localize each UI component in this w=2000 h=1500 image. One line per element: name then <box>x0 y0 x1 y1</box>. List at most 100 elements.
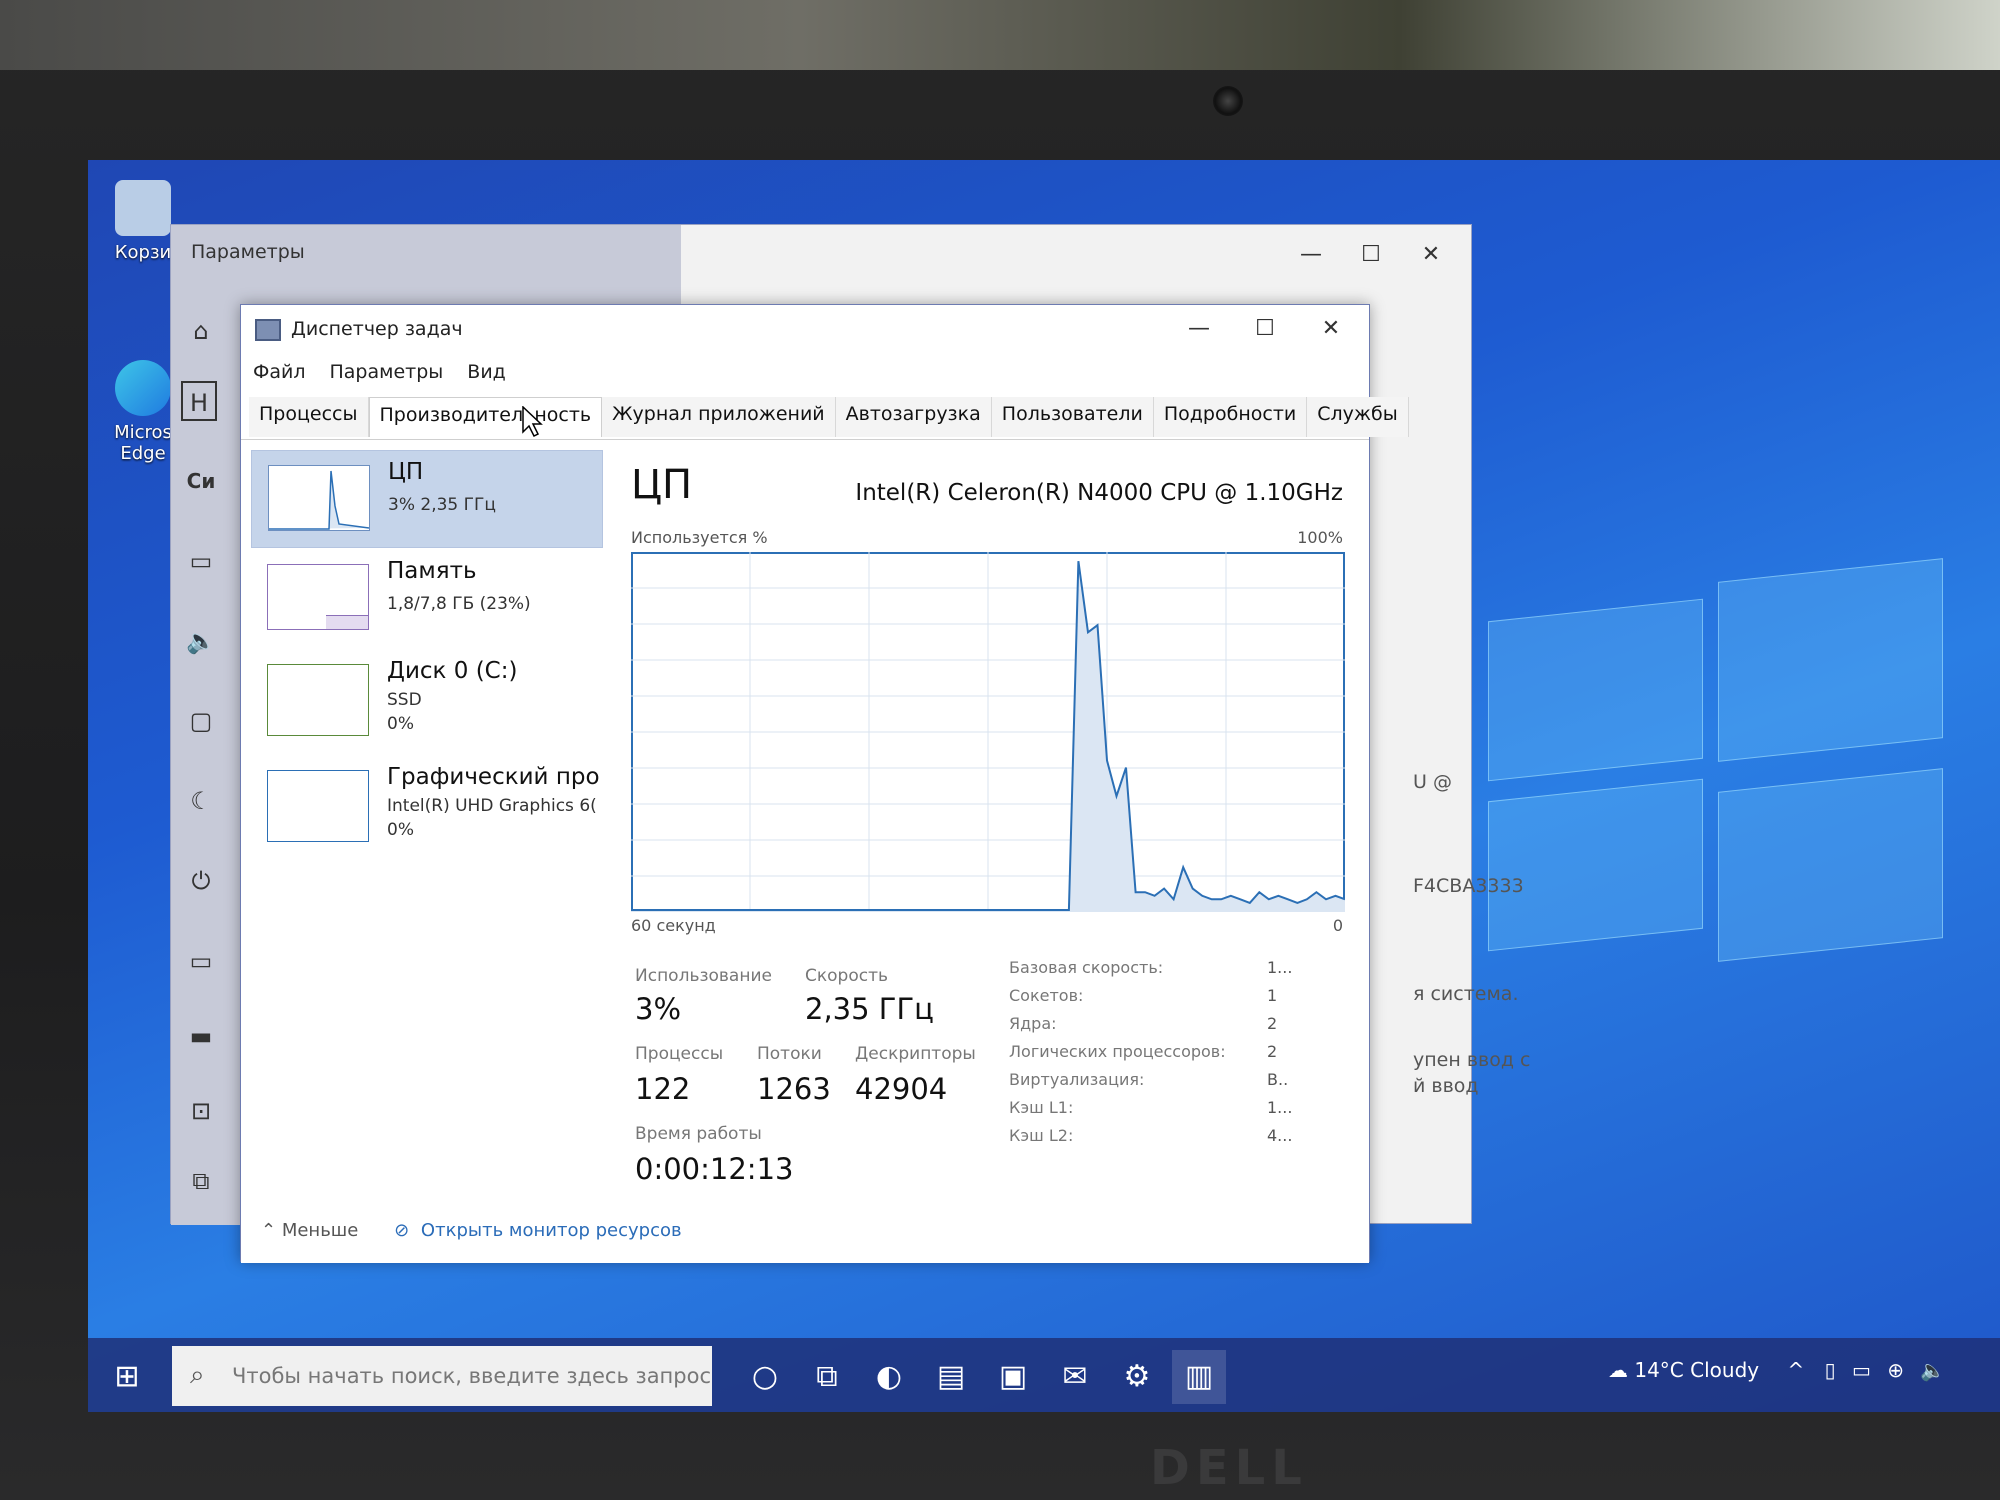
tab-strip: Процессы Производительность Журнал прило… <box>249 397 1409 437</box>
spec-value: 1 <box>1267 986 1278 1005</box>
spec-value: В.. <box>1267 1070 1289 1089</box>
task-manager-titlebar: Диспетчер задач — ☐ ✕ <box>241 305 1369 357</box>
time-zero-label: 0 <box>1332 916 1343 935</box>
spec-value: 1... <box>1267 958 1293 977</box>
resource-detail: SSD <box>387 690 422 710</box>
usage-label: Использование <box>635 966 772 986</box>
tab-processes[interactable]: Процессы <box>249 397 369 437</box>
settings-close-button[interactable]: ✕ <box>1401 235 1461 275</box>
desktop-screen: Корзи Micros Edge Параметры — ☐ ✕ ⌂ Н Си… <box>88 160 2000 1412</box>
recycle-bin-icon <box>115 180 171 236</box>
volume-icon[interactable]: 🔈 <box>1920 1358 1945 1382</box>
threads-value: 1263 <box>757 1072 831 1106</box>
task-view-icon[interactable]: ⧉ <box>800 1350 854 1404</box>
handles-label: Дескрипторы <box>855 1044 976 1064</box>
notifications-icon[interactable]: ▢ <box>181 701 221 741</box>
memory-thumbnail-graph <box>267 564 369 630</box>
weather-text[interactable]: 14°C Cloudy <box>1634 1358 1759 1382</box>
resource-item-gpu[interactable]: Графический про Intel(R) UHD Graphics 6(… <box>251 756 603 854</box>
cpu-model: Intel(R) Celeron(R) N4000 CPU @ 1.10GHz <box>855 480 1343 506</box>
speed-label: Скорость <box>805 966 888 986</box>
spec-key: Ядра: <box>1009 1014 1057 1033</box>
resource-item-memory[interactable]: Память 1,8/7,8 ГБ (23%) <box>251 550 603 648</box>
laptop-bezel: DELL Корзи Micros Edge Параметры — ☐ ✕ ⌂… <box>0 0 2000 1500</box>
taskbar: ⊞ ⌕ Чтобы начать поиск, введите здесь за… <box>88 1338 2000 1412</box>
menu-view[interactable]: Вид <box>467 361 506 391</box>
fewer-details-button[interactable]: Меньше <box>282 1220 359 1241</box>
cloud-icon[interactable]: ☁ <box>1608 1358 1628 1382</box>
settings-minimize-button[interactable]: — <box>1281 235 1341 275</box>
battery-tray-icon[interactable]: ▭ <box>1852 1358 1871 1382</box>
spec-key: Кэш L1: <box>1009 1098 1074 1117</box>
memory-fill <box>326 615 368 629</box>
open-resource-monitor-link[interactable]: Открыть монитор ресурсов <box>421 1220 682 1241</box>
spec-key: Сокетов: <box>1009 986 1084 1005</box>
settings-search-box[interactable]: Н <box>181 381 217 421</box>
power-icon[interactable]: ⏻ <box>181 861 221 901</box>
tab-startup[interactable]: Автозагрузка <box>835 397 992 437</box>
resource-name: Память <box>387 558 477 584</box>
desktop-icon-label: Корзи <box>114 242 172 263</box>
settings-maximize-button[interactable]: ☐ <box>1341 235 1401 275</box>
tab-details[interactable]: Подробности <box>1153 397 1308 437</box>
file-explorer-icon[interactable]: ▤ <box>924 1350 978 1404</box>
spec-value: 2 <box>1267 1014 1278 1033</box>
focus-assist-icon[interactable]: ☾ <box>181 781 221 821</box>
search-icon: ⌕ <box>190 1360 205 1390</box>
tab-app-history[interactable]: Журнал приложений <box>602 397 836 437</box>
task-manager-taskbar-icon[interactable]: ▥ <box>1172 1350 1226 1404</box>
task-manager-title: Диспетчер задач <box>291 318 463 340</box>
display-icon[interactable]: ▭ <box>181 541 221 581</box>
disk-thumbnail-graph <box>267 664 369 736</box>
tm-close-button[interactable]: ✕ <box>1301 309 1361 349</box>
tab-services[interactable]: Службы <box>1307 397 1409 437</box>
storage-icon[interactable]: ▬ <box>181 1016 221 1056</box>
taskbar-search[interactable]: ⌕ Чтобы начать поиск, введите здесь запр… <box>172 1346 712 1406</box>
menu-options[interactable]: Параметры <box>330 361 444 391</box>
resource-name: Диск 0 (C:) <box>387 658 518 684</box>
edge-taskbar-icon[interactable]: ◐ <box>862 1350 916 1404</box>
webcam <box>1213 86 1243 116</box>
tablet-icon[interactable]: ⊡ <box>181 1091 221 1131</box>
mouse-cursor-icon <box>522 406 543 438</box>
multitasking-icon[interactable]: ⧉ <box>181 1161 221 1201</box>
resource-detail: 3% 2,35 ГГц <box>388 495 496 515</box>
gpu-thumbnail-graph <box>267 770 369 842</box>
sound-icon[interactable]: 🔈 <box>181 621 221 661</box>
dell-logo: DELL <box>1150 1440 1308 1496</box>
store-icon[interactable]: ▣ <box>986 1350 1040 1404</box>
windows-logo-pane <box>1488 778 1703 952</box>
system-tray: ☁ 14°C Cloudy ^ ▯ ▭ ⊕ 🔈 <box>1608 1358 1945 1382</box>
tray-icon[interactable]: ▯ <box>1825 1358 1836 1382</box>
resource-list: ЦП 3% 2,35 ГГц Память 1,8/7,8 ГБ (23%) Д… <box>251 450 603 1230</box>
home-icon[interactable]: ⌂ <box>181 311 221 351</box>
resource-detail: 1,8/7,8 ГБ (23%) <box>387 594 531 614</box>
resource-item-cpu[interactable]: ЦП 3% 2,35 ГГц <box>251 450 603 548</box>
resource-item-disk[interactable]: Диск 0 (C:) SSD 0% <box>251 650 603 748</box>
resource-monitor-icon: ⊘ <box>394 1220 410 1241</box>
network-icon[interactable]: ⊕ <box>1887 1358 1904 1382</box>
tm-maximize-button[interactable]: ☐ <box>1235 309 1295 349</box>
desktop-icon-label: Micros Edge <box>114 422 172 464</box>
spec-key: Базовая скорость: <box>1009 958 1164 977</box>
mail-icon[interactable]: ✉ <box>1048 1350 1102 1404</box>
cpu-thumbnail-graph <box>268 465 370 531</box>
start-button[interactable]: ⊞ <box>102 1352 152 1402</box>
resource-name: ЦП <box>388 459 424 485</box>
menu-file[interactable]: Файл <box>253 361 306 391</box>
tm-minimize-button[interactable]: — <box>1169 309 1229 349</box>
windows-logo-pane <box>1488 598 1703 782</box>
tab-performance[interactable]: Производительность <box>368 397 603 437</box>
uptime-label: Время работы <box>635 1124 762 1144</box>
settings-gear-icon[interactable]: ⚙ <box>1110 1350 1164 1404</box>
collapse-icon[interactable]: ⌃ <box>261 1220 276 1241</box>
handles-value: 42904 <box>855 1072 948 1106</box>
cortana-icon[interactable]: ○ <box>738 1350 792 1404</box>
task-manager-icon <box>255 319 281 341</box>
settings-titlebar: Параметры — ☐ ✕ <box>171 225 1471 1225</box>
cpu-heading: ЦП <box>631 462 693 508</box>
spec-value: 2 <box>1267 1042 1278 1061</box>
battery-icon[interactable]: ▭ <box>181 941 221 981</box>
tab-users[interactable]: Пользователи <box>991 397 1154 437</box>
chevron-up-icon[interactable]: ^ <box>1787 1358 1804 1382</box>
